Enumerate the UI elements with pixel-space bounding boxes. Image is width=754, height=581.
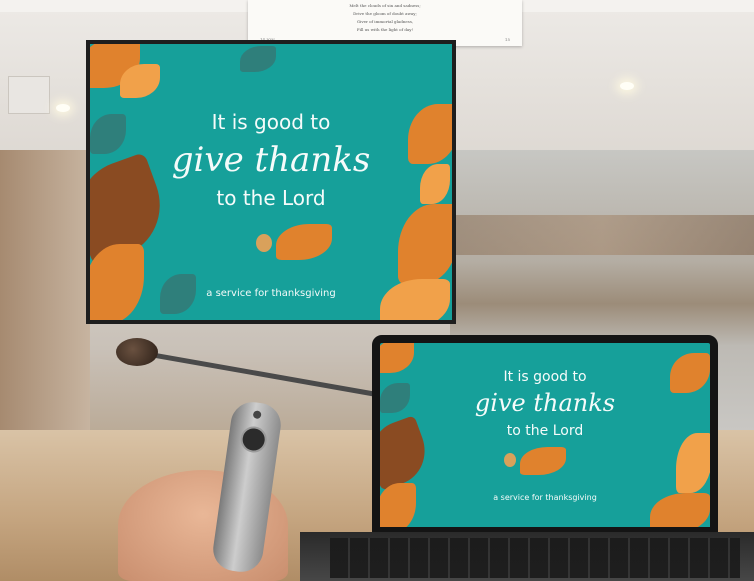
microphone-arm [149, 352, 377, 397]
leaf-icon [380, 343, 414, 373]
leaf-icon [276, 224, 332, 260]
leaf-icon [398, 204, 452, 284]
wall-monitor-slide: It is good to give thanks to the Lord a … [86, 40, 456, 324]
leaf-icon [520, 447, 566, 475]
ceiling-vent [8, 76, 50, 114]
laptop-keyboard [330, 538, 740, 578]
slide-title-line3: to the Lord [216, 186, 326, 210]
left-wall [0, 150, 90, 440]
ceiling-light [56, 104, 70, 112]
clicker-button-icon [238, 424, 269, 455]
slide-title-line3: to the Lord [506, 423, 584, 439]
document-line: Fill us with the light of day! [356, 27, 414, 32]
document-line: Giver of immortal gladness, [356, 19, 414, 24]
laptop-screen-slide: It is good to give thanks to the Lord a … [372, 335, 718, 535]
document-line: Drive the gloom of doubt away; [353, 11, 417, 16]
leaf-icon [90, 244, 144, 320]
leaf-icon [120, 64, 160, 98]
clicker-led-icon [252, 410, 262, 420]
document-line: Melt the clouds of sin and sadness; [349, 3, 421, 8]
microphone-icon [116, 338, 158, 366]
slide-subtitle: a service for thanksgiving [206, 288, 336, 299]
slide-title-line2: give thanks [474, 389, 616, 417]
leaf-icon [240, 46, 276, 72]
leaf-icon [380, 279, 450, 320]
document-footer-right: 15 [504, 37, 510, 42]
slide-subtitle: a service for thanksgiving [493, 493, 597, 502]
slide-title-line2: give thanks [171, 140, 371, 180]
slide-title-line1: It is good to [211, 110, 331, 134]
slide-title-line1: It is good to [503, 369, 587, 385]
acorn-icon [504, 453, 516, 467]
photo-scene: Melt the clouds of sin and sadness; Driv… [0, 0, 754, 581]
ceiling-light [620, 82, 634, 90]
acorn-icon [256, 234, 272, 252]
glass-wood-band [450, 215, 754, 255]
leaf-icon [380, 483, 416, 527]
leaf-icon [676, 433, 710, 493]
